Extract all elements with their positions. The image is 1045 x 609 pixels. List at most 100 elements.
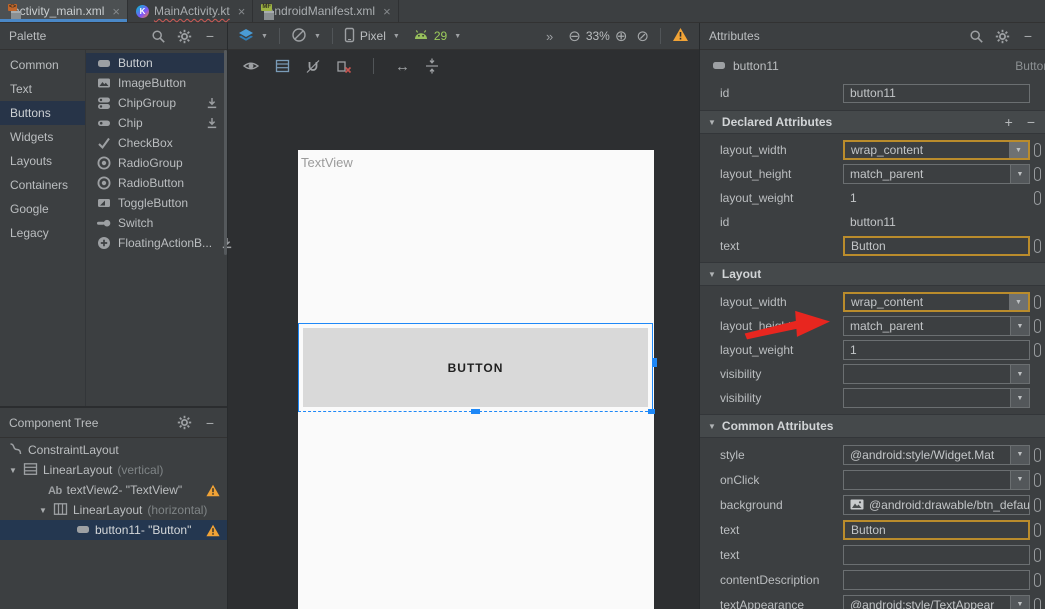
collapse-triangle-icon[interactable]: ▼ (708, 422, 716, 431)
palette-item-togglebutton[interactable]: ToggleButton (86, 193, 227, 213)
resource-flag-icon[interactable] (1034, 473, 1041, 487)
minimize-icon[interactable]: − (1020, 28, 1036, 44)
remove-icon[interactable]: − (1027, 114, 1035, 130)
section-header[interactable]: ▼Common Attributes (700, 414, 1045, 438)
palette-category-layouts[interactable]: Layouts (0, 149, 85, 173)
resize-handle-corner[interactable] (648, 409, 655, 414)
autoconnect-off-magnet-icon[interactable] (305, 59, 321, 74)
palette-item-button[interactable]: Button (86, 53, 227, 73)
tree-node-linearlayout[interactable]: ▼LinearLayout(horizontal) (0, 500, 227, 520)
api-level-selector[interactable]: 29 (434, 29, 447, 43)
resource-flag-icon[interactable] (1034, 319, 1041, 333)
api-dropdown-icon[interactable]: ▼ (454, 33, 461, 40)
palette-category-legacy[interactable]: Legacy (0, 221, 85, 245)
warnings-icon[interactable] (672, 27, 689, 45)
search-icon[interactable] (150, 28, 166, 44)
palette-scrollbar[interactable] (224, 50, 227, 255)
palette-item-imagebutton[interactable]: ImageButton (86, 73, 227, 93)
resource-flag-icon[interactable] (1034, 239, 1041, 253)
device-phone-icon[interactable] (344, 27, 355, 46)
attr-input-background[interactable]: @android:drawable/btn_defau (843, 495, 1030, 515)
attr-value[interactable]: 1 (843, 191, 857, 205)
palette-item-radiobutton[interactable]: RadioButton (86, 173, 227, 193)
attr-combo-textAppearance[interactable]: @android:style/TextAppear▼ (843, 595, 1030, 609)
zoom-out-icon[interactable]: ⊖ (568, 29, 581, 44)
tree-node-textview2textview[interactable]: AbtextView2- "TextView" (0, 480, 227, 500)
device-dropdown-icon[interactable]: ▼ (393, 33, 400, 40)
minimize-icon[interactable]: − (202, 415, 218, 431)
attr-input-contentDescription[interactable] (843, 570, 1030, 590)
canvas-button[interactable]: BUTTON (303, 328, 648, 407)
resource-flag-icon[interactable] (1034, 573, 1041, 587)
toolbar-overflow-chevron[interactable]: » (546, 29, 553, 44)
view-options-eye-icon[interactable] (242, 59, 260, 73)
attr-combo-layout_height[interactable]: match_parent▼ (843, 164, 1030, 184)
attr-combo-onClick[interactable]: ▼ (843, 470, 1030, 490)
add-icon[interactable]: + (1005, 114, 1013, 130)
tree-expand-icon[interactable]: ▼ (8, 466, 18, 475)
attr-combo-visibility[interactable]: ▼ (843, 364, 1030, 384)
palette-item-chipgroup[interactable]: ChipGroup (86, 93, 227, 113)
zoom-in-icon[interactable]: ⊕ (615, 29, 628, 44)
resource-flag-icon[interactable] (1034, 343, 1041, 357)
palette-item-switch[interactable]: Switch (86, 213, 227, 233)
gear-icon[interactable] (176, 28, 192, 44)
attr-combo-visibility[interactable]: ▼ (843, 388, 1030, 408)
tree-node-button11button[interactable]: button11- "Button" (0, 520, 227, 540)
combo-dropdown-icon[interactable]: ▼ (1010, 389, 1029, 407)
combo-dropdown-icon[interactable]: ▼ (1010, 165, 1029, 183)
resource-flag-icon[interactable] (1034, 295, 1041, 309)
palette-category-containers[interactable]: Containers (0, 173, 85, 197)
resource-flag-icon[interactable] (1034, 191, 1041, 205)
attr-input-text[interactable]: Button (843, 236, 1030, 256)
combo-dropdown-icon[interactable]: ▼ (1010, 317, 1029, 335)
gear-icon[interactable] (176, 415, 192, 431)
resize-handle-bottom[interactable] (471, 409, 480, 414)
palette-category-google[interactable]: Google (0, 197, 85, 221)
palette-category-common[interactable]: Common (0, 53, 85, 77)
collapse-triangle-icon[interactable]: ▼ (708, 270, 716, 279)
device-selector[interactable]: Pixel (360, 29, 386, 43)
tab-MainActivity.kt[interactable]: KMainActivity.kt× (128, 0, 253, 22)
resource-flag-icon[interactable] (1034, 598, 1041, 609)
resize-handle-right[interactable] (652, 358, 657, 367)
zoom-to-fit-icon[interactable]: ⊘ (636, 29, 649, 44)
design-mode-dropdown-icon[interactable]: ▼ (261, 33, 268, 40)
palette-category-widgets[interactable]: Widgets (0, 125, 85, 149)
collapse-triangle-icon[interactable]: ▼ (708, 118, 716, 127)
orientation-icon[interactable] (291, 27, 307, 46)
canvas-textview[interactable]: TextView (301, 155, 353, 170)
tree-node-constraintlayout[interactable]: ConstraintLayout (0, 440, 227, 460)
delete-constraints-icon[interactable] (336, 59, 352, 74)
palette-category-text[interactable]: Text (0, 77, 85, 101)
device-canvas[interactable]: TextView BUTTON (298, 150, 654, 609)
palette-item-chip[interactable]: Chip (86, 113, 227, 133)
attr-input-text[interactable] (843, 545, 1030, 565)
distribute-vertical-icon[interactable] (425, 58, 439, 74)
section-header[interactable]: ▼Layout (700, 262, 1045, 286)
attr-input-text[interactable]: Button (843, 520, 1030, 540)
palette-category-buttons[interactable]: Buttons (0, 101, 85, 125)
close-icon[interactable]: × (238, 5, 246, 18)
resource-flag-icon[interactable] (1034, 498, 1041, 512)
attr-combo-layout_width[interactable]: wrap_content▼ (843, 140, 1030, 160)
attr-input-layout_weight[interactable]: 1 (843, 340, 1030, 360)
search-icon[interactable] (968, 28, 984, 44)
orientation-dropdown-icon[interactable]: ▼ (314, 33, 321, 40)
attr-combo-layout_height[interactable]: match_parent▼ (843, 316, 1030, 336)
combo-dropdown-icon[interactable]: ▼ (1010, 365, 1029, 383)
design-mode-layers-icon[interactable] (238, 28, 254, 45)
palette-item-floatingactionb[interactable]: FloatingActionB... (86, 233, 227, 253)
tree-expand-icon[interactable]: ▼ (38, 506, 48, 515)
tree-node-linearlayout[interactable]: ▼LinearLayout(vertical) (0, 460, 227, 480)
combo-dropdown-icon[interactable]: ▼ (1010, 446, 1029, 464)
resource-flag-icon[interactable] (1034, 523, 1041, 537)
tab-activity_main.xml[interactable]: <>activity_main.xml× (0, 0, 128, 22)
resource-flag-icon[interactable] (1034, 167, 1041, 181)
blueprint-mode-icon[interactable] (275, 59, 290, 73)
attr-value[interactable]: button11 (843, 215, 896, 229)
attr-combo-style[interactable]: @android:style/Widget.Mat▼ (843, 445, 1030, 465)
close-icon[interactable]: × (383, 5, 391, 18)
combo-dropdown-icon[interactable]: ▼ (1009, 294, 1028, 310)
resource-flag-icon[interactable] (1034, 448, 1041, 462)
